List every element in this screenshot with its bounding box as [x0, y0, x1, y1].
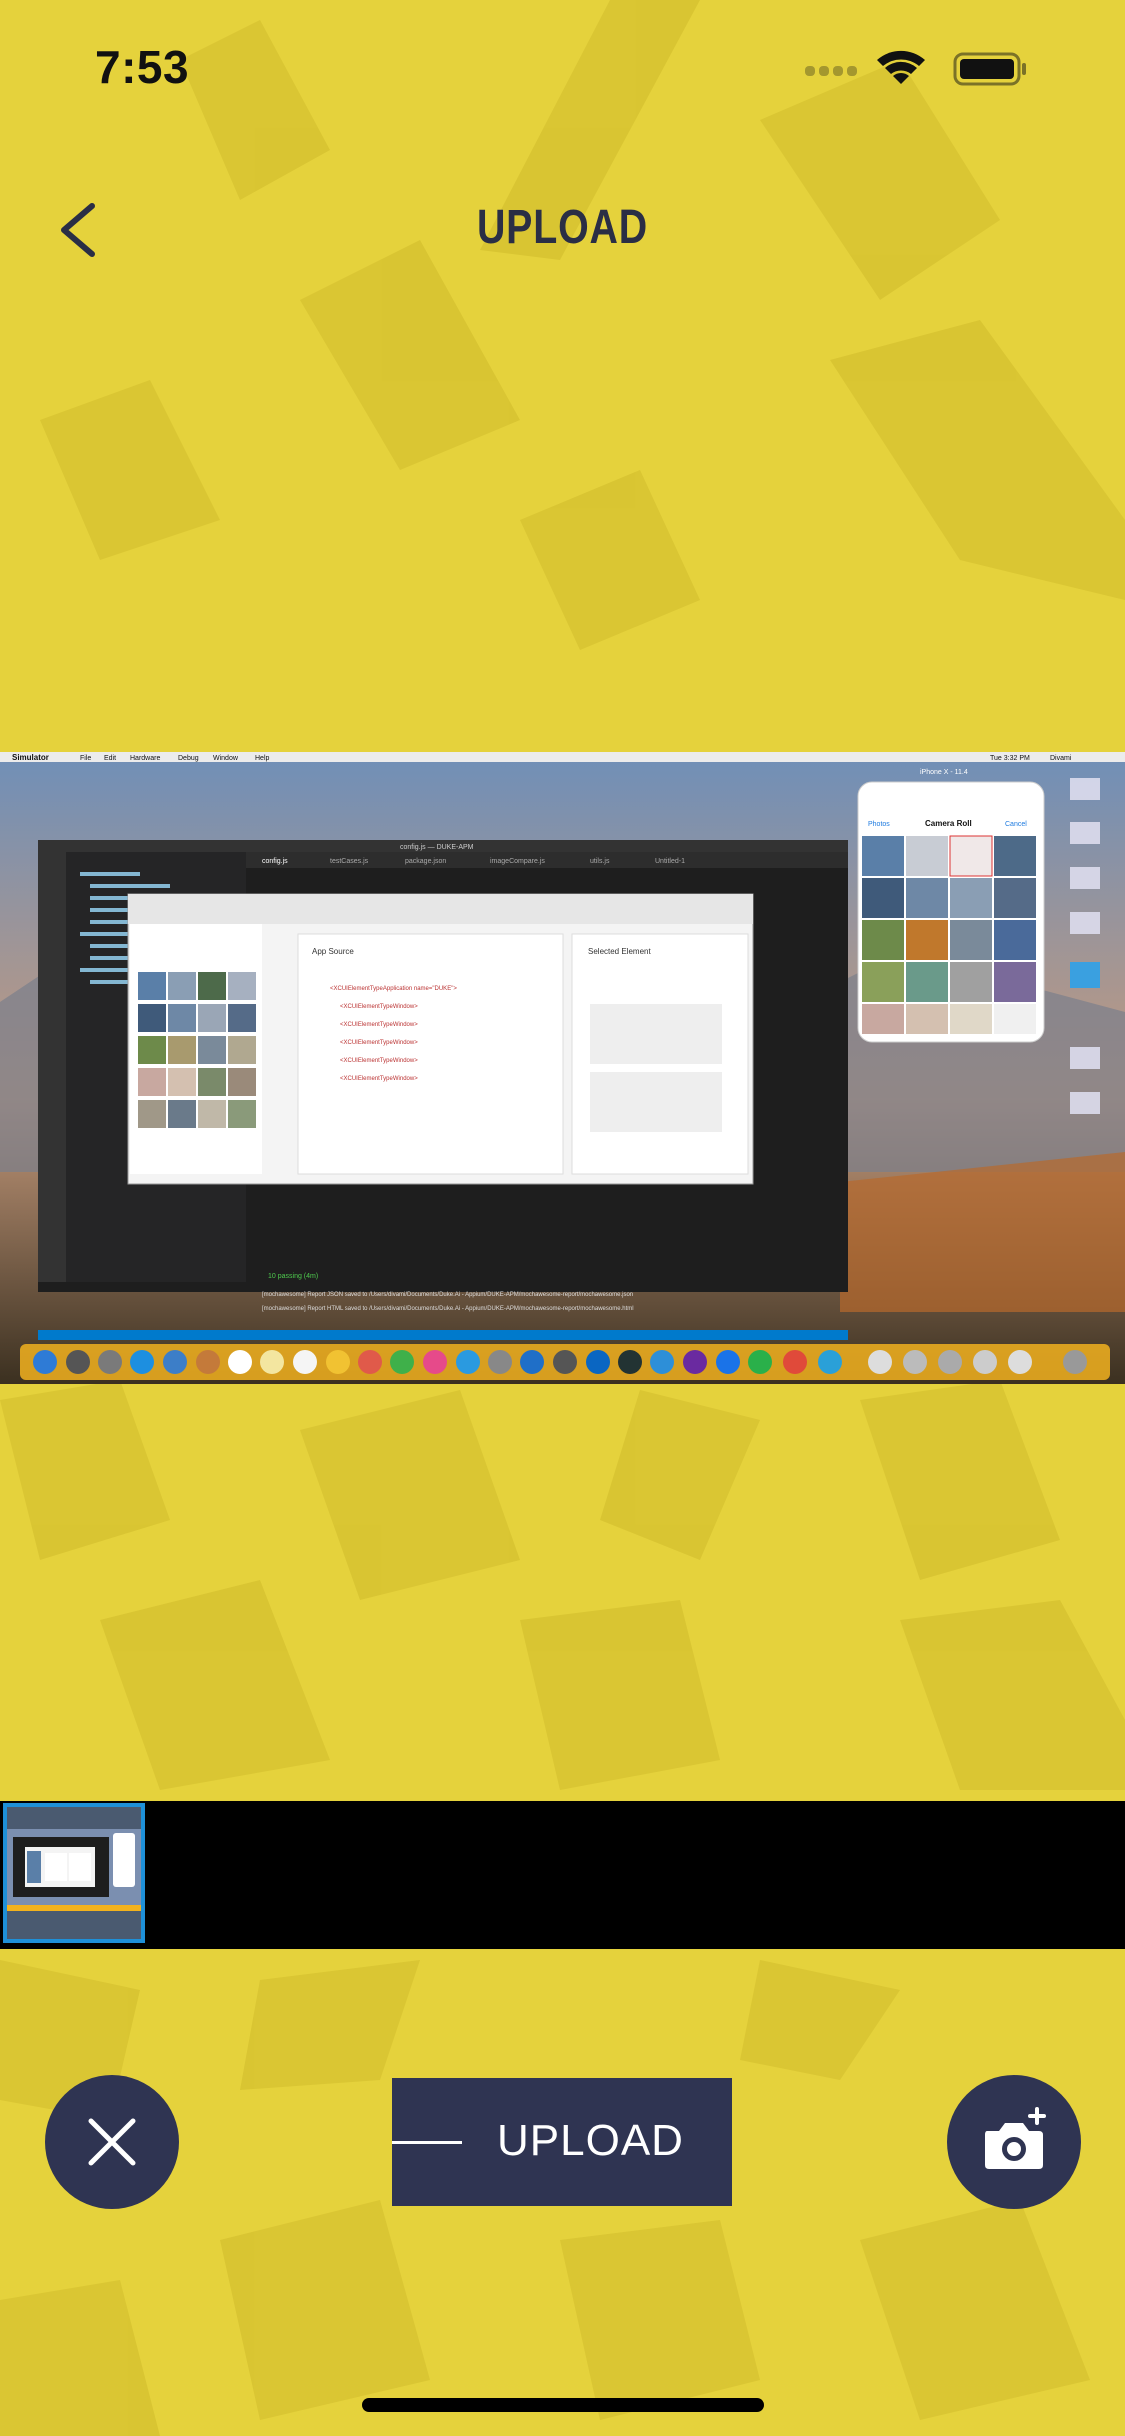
menu-user: Divami: [1050, 755, 1072, 762]
add-photo-button[interactable]: [947, 2075, 1081, 2209]
simulator-screen-title: Camera Roll: [925, 819, 972, 828]
battery-icon: [953, 52, 1026, 86]
home-indicator: [362, 2398, 764, 2412]
menu-app-name: Simulator: [12, 753, 49, 762]
simulator-cancel: Cancel: [1005, 821, 1027, 828]
editor-tab-5: Untitled-1: [655, 858, 685, 865]
menu-window: Window: [213, 755, 239, 762]
simulator-device-name: iPhone X - 11.4: [920, 769, 968, 776]
menu-edit: Edit: [104, 755, 116, 762]
terminal-line-2: [mochawesome] Report HTML saved to /User…: [262, 1306, 634, 1312]
editor-tab-2: package.json: [405, 858, 446, 865]
wifi-icon: [877, 50, 925, 84]
tree-item-3: <XCUIElementTypeWindow>: [340, 1040, 418, 1046]
tree-item-4: <XCUIElementTypeWindow>: [340, 1058, 418, 1064]
tree-item-1: <XCUIElementTypeWindow>: [340, 1004, 418, 1010]
menu-clock: Tue 3:32 PM: [990, 755, 1030, 762]
editor-tab-1: testCases.js: [330, 858, 369, 865]
camera-add-icon: [985, 2107, 1046, 2169]
navigation-bar: UPLOAD: [0, 170, 1125, 290]
editor-tab-3: imageCompare.js: [490, 858, 545, 865]
close-icon: [88, 2118, 136, 2166]
tree-item-0: <XCUIElementTypeApplication name="DUKE">: [330, 986, 457, 992]
status-bar: 7:53: [0, 0, 1125, 135]
upload-button[interactable]: UPLOAD: [392, 2078, 732, 2206]
tree-item-2: <XCUIElementTypeWindow>: [340, 1022, 418, 1028]
page-title: UPLOAD: [476, 201, 649, 254]
menu-help: Help: [255, 755, 270, 762]
thumbnail-selected[interactable]: [3, 1803, 145, 1943]
status-icons: [805, 50, 1065, 90]
signal-icon: [805, 66, 857, 76]
menu-hardware: Hardware: [130, 755, 160, 762]
upload-progress-line: [392, 2141, 462, 2144]
terminal-line-1: [mochawesome] Report JSON saved to /User…: [262, 1292, 633, 1298]
editor-window-title: config.js — DUKE-APM: [400, 844, 474, 851]
thumbnail-strip: [0, 1801, 1125, 1949]
simulator-back: Photos: [868, 821, 890, 828]
editor-tab-4: utils.js: [590, 858, 610, 865]
status-time: 7:53: [95, 41, 190, 93]
terminal-line-0: 10 passing (4m): [268, 1273, 318, 1280]
cancel-button[interactable]: [45, 2075, 179, 2209]
menu-file: File: [80, 755, 91, 762]
menu-debug: Debug: [178, 755, 199, 762]
app-source-header: App Source: [312, 947, 354, 956]
upload-button-label: UPLOAD: [497, 2116, 684, 2165]
selected-image-preview: Simulator File Edit Hardware Debug Windo…: [0, 752, 1125, 1384]
tree-item-5: <XCUIElementTypeWindow>: [340, 1076, 418, 1082]
selected-element-header: Selected Element: [588, 947, 651, 956]
editor-tab-0: config.js: [262, 858, 288, 865]
